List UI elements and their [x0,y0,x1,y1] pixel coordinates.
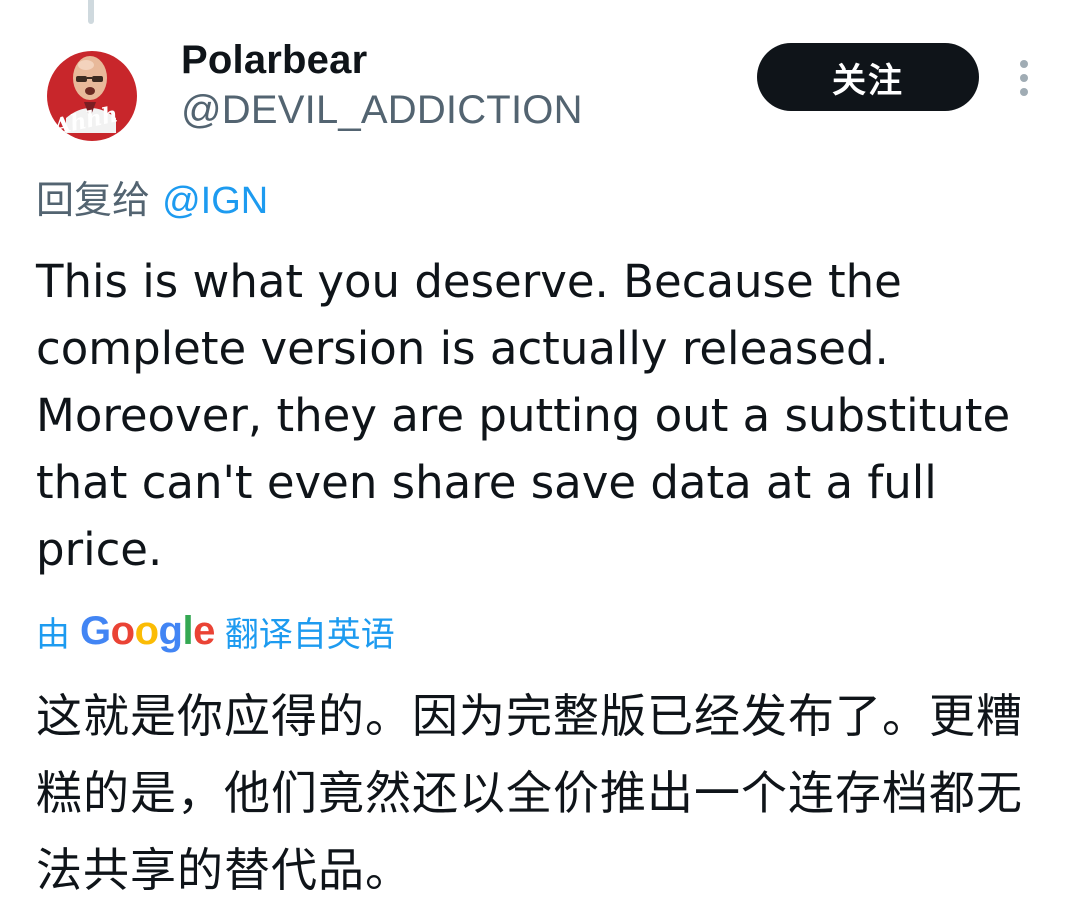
google-logo-letter: g [158,608,183,653]
author-name[interactable]: Polarbear [181,36,367,84]
reply-label: 回复给 [36,178,151,222]
google-logo-letter: o [134,608,159,653]
translation-prefix: 由 [36,614,70,655]
tweet-text: This is what you deserve. Because the co… [36,255,1011,576]
thread-connector-line [88,0,94,24]
google-logo-letter: l [182,608,194,653]
follow-button[interactable]: 关注 [757,43,979,111]
google-logo-letter: o [110,608,135,653]
google-logo: Google [80,609,215,654]
google-logo-letter: G [80,608,111,653]
author-handle[interactable]: @DEVIL_ADDICTION [181,86,583,134]
reply-context: 回复给 @IGN [36,176,268,225]
reply-mention-link[interactable]: @IGN [162,180,268,222]
google-logo-letter: e [193,608,215,653]
avatar-image: Ahhh [47,51,137,141]
avatar[interactable]: Ahhh [46,38,138,142]
more-vertical-icon[interactable] [1012,56,1036,100]
translated-tweet-text: 这就是你应得的。因为完整版已经发布了。更糟糕的是，他们竟然还以全价推出一个连存档… [36,689,1023,897]
translation-suffix: 翻译自英语 [224,614,395,655]
translation-attribution[interactable]: 由 Google 翻译自英语 [36,607,395,655]
